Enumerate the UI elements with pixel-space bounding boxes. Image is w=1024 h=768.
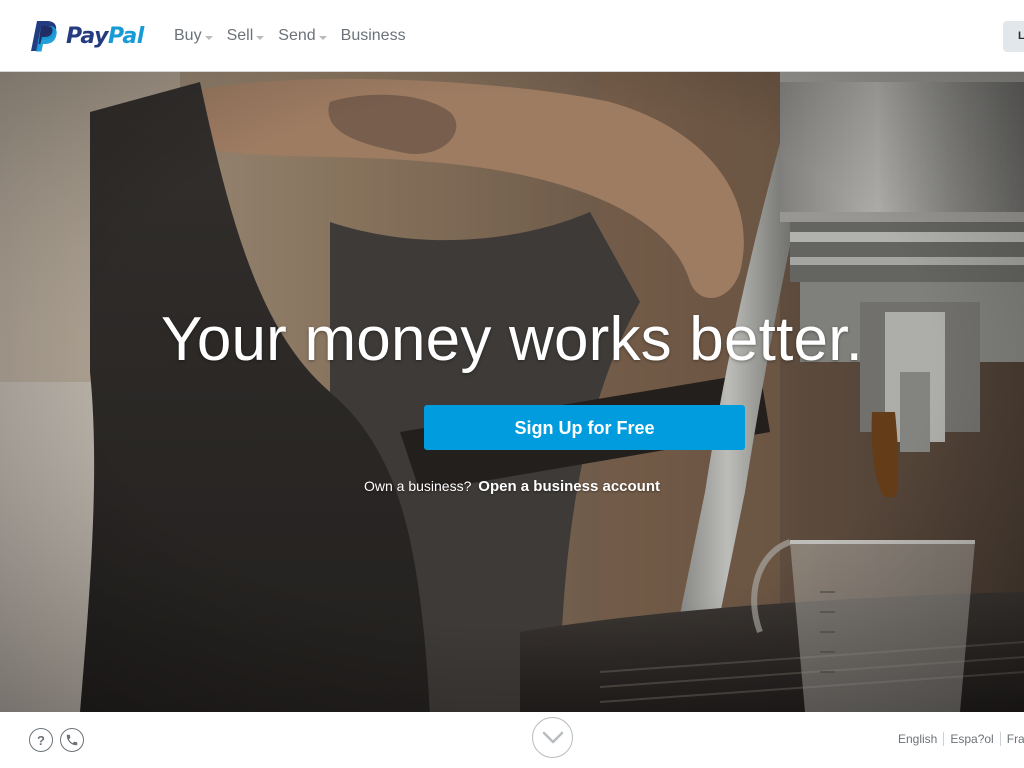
nav-label: Buy bbox=[174, 27, 202, 44]
contact-button[interactable] bbox=[60, 728, 84, 752]
language-link-spanish[interactable]: Espa?ol bbox=[943, 732, 999, 746]
scroll-down-button[interactable] bbox=[532, 717, 573, 758]
chevron-down-icon bbox=[542, 731, 563, 743]
question-mark-icon: ? bbox=[37, 732, 45, 748]
open-business-account-link[interactable]: Open a business account bbox=[478, 478, 660, 495]
wordmark-pay: Pay bbox=[66, 23, 109, 49]
nav-label: Send bbox=[278, 27, 316, 44]
language-link-english[interactable]: English bbox=[892, 732, 943, 746]
hero-headline: Your money works better. bbox=[160, 305, 864, 374]
language-link-french[interactable]: Fran bbox=[999, 732, 1024, 746]
main-nav: Buy Sell Send Business bbox=[174, 0, 420, 72]
caret-down-icon bbox=[204, 35, 213, 40]
bottom-bar: ? English Espa?ol Fran bbox=[0, 712, 1024, 768]
nav-item-buy[interactable]: Buy bbox=[174, 27, 213, 45]
nav-item-send[interactable]: Send bbox=[278, 27, 327, 45]
caret-down-icon bbox=[318, 35, 327, 40]
business-question: Own a business? bbox=[363, 478, 472, 494]
hero-background-image bbox=[0, 72, 1024, 712]
nav-label: Sell bbox=[226, 27, 254, 44]
paypal-logo[interactable]: PayPal bbox=[30, 19, 144, 53]
language-selector: English Espa?ol Fran bbox=[892, 732, 1024, 746]
login-button[interactable]: L bbox=[1003, 21, 1024, 52]
caret-down-icon bbox=[256, 35, 265, 40]
help-button[interactable]: ? bbox=[29, 728, 53, 752]
nav-label: Business bbox=[340, 27, 406, 44]
nav-item-sell[interactable]: Sell bbox=[227, 27, 265, 45]
hero-section: Your money works better. Sign Up for Fre… bbox=[0, 72, 1024, 712]
paypal-wordmark: PayPal bbox=[66, 24, 144, 49]
site-header: PayPal Buy Sell Send Business L bbox=[0, 0, 1024, 72]
phone-icon bbox=[66, 734, 78, 746]
paypal-p-icon bbox=[31, 21, 57, 52]
business-prompt: Own a business? Open a business account bbox=[0, 478, 1024, 495]
nav-item-business[interactable]: Business bbox=[341, 27, 406, 45]
wordmark-pal: Pal bbox=[108, 23, 144, 49]
sign-up-button[interactable]: Sign Up for Free bbox=[424, 405, 745, 450]
